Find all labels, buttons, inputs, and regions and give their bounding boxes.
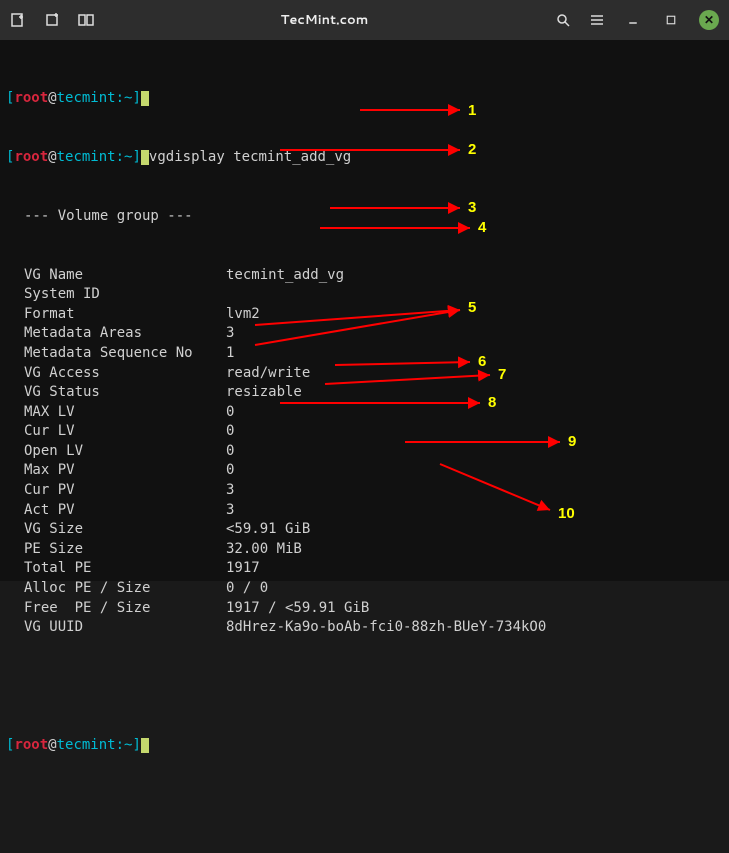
close-button[interactable]: ✕	[699, 10, 719, 30]
prompt-line-ready: [root@tecmint:~]	[6, 736, 723, 756]
field-label: Cur PV	[6, 481, 226, 501]
terminal[interactable]: [root@tecmint:~] [root@tecmint:~]vgdispl…	[0, 40, 729, 581]
field-value: 0 / 0	[226, 579, 268, 599]
field-label: Alloc PE / Size	[6, 579, 226, 599]
menu-icon[interactable]	[589, 12, 605, 28]
field-label: PE Size	[6, 540, 226, 560]
new-window-icon[interactable]	[44, 12, 60, 28]
field-value: 0	[226, 442, 234, 462]
field-value: tecmint_add_vg	[226, 266, 344, 286]
output-row: Alloc PE / Size0 / 0	[6, 579, 723, 599]
field-label: Max PV	[6, 461, 226, 481]
field-label: Metadata Areas	[6, 324, 226, 344]
field-label: VG Status	[6, 383, 226, 403]
field-value: 1917 / <59.91 GiB	[226, 599, 369, 619]
cursor-icon	[141, 738, 149, 753]
output-row: VG Size<59.91 GiB	[6, 520, 723, 540]
field-value: resizable	[226, 383, 302, 403]
field-value: 32.00 MiB	[226, 540, 302, 560]
output-row: PE Size32.00 MiB	[6, 540, 723, 560]
field-label: System ID	[6, 285, 226, 305]
new-tab-icon[interactable]	[10, 12, 26, 28]
output-row: Open LV0	[6, 442, 723, 462]
cursor-icon	[141, 150, 149, 165]
field-value: 1	[226, 344, 234, 364]
split-icon[interactable]	[78, 12, 94, 28]
field-label: VG UUID	[6, 618, 226, 638]
field-label: Open LV	[6, 442, 226, 462]
prompt-line-command: [root@tecmint:~]vgdisplay tecmint_add_vg	[6, 148, 723, 168]
field-value: 1917	[226, 559, 260, 579]
field-label: VG Access	[6, 364, 226, 384]
output-row: Act PV3	[6, 501, 723, 521]
field-label: VG Name	[6, 266, 226, 286]
field-value: 8dHrez-Ka9o-boAb-fci0-88zh-BUeY-734kO0	[226, 618, 546, 638]
field-label: Total PE	[6, 559, 226, 579]
field-label: MAX LV	[6, 403, 226, 423]
output-row: Cur PV3	[6, 481, 723, 501]
output-row: Metadata Sequence No1	[6, 344, 723, 364]
blank-line	[6, 677, 723, 697]
field-value: 0	[226, 403, 234, 423]
field-label: Format	[6, 305, 226, 325]
field-value: 3	[226, 501, 234, 521]
output-row: MAX LV0	[6, 403, 723, 423]
field-label: Act PV	[6, 501, 226, 521]
minimize-button[interactable]	[623, 10, 643, 30]
output-row: Formatlvm2	[6, 305, 723, 325]
field-label: Free PE / Size	[6, 599, 226, 619]
output-row: VG Nametecmint_add_vg	[6, 266, 723, 286]
output-row: Total PE1917	[6, 559, 723, 579]
output-row: Max PV0	[6, 461, 723, 481]
title-bar: TecMint.com ✕	[0, 0, 729, 40]
maximize-button[interactable]	[661, 10, 681, 30]
output-row: Free PE / Size1917 / <59.91 GiB	[6, 599, 723, 619]
output-row: VG Statusresizable	[6, 383, 723, 403]
field-value: 0	[226, 422, 234, 442]
vg-header: --- Volume group ---	[6, 207, 723, 227]
command-text: vgdisplay tecmint_add_vg	[149, 149, 351, 165]
field-value: 3	[226, 481, 234, 501]
field-label: Metadata Sequence No	[6, 344, 226, 364]
output-row: VG Accessread/write	[6, 364, 723, 384]
field-label: VG Size	[6, 520, 226, 540]
output-rows: VG Nametecmint_add_vgSystem IDFormatlvm2…	[6, 266, 723, 638]
field-label: Cur LV	[6, 422, 226, 442]
window-title: TecMint.com	[281, 11, 369, 29]
field-value: 3	[226, 324, 234, 344]
prompt-line-empty: [root@tecmint:~]	[6, 89, 723, 109]
output-row: VG UUID8dHrez-Ka9o-boAb-fci0-88zh-BUeY-7…	[6, 618, 723, 638]
field-value: <59.91 GiB	[226, 520, 310, 540]
search-icon[interactable]	[555, 12, 571, 28]
output-row: System ID	[6, 285, 723, 305]
output-row: Cur LV0	[6, 422, 723, 442]
field-value: 0	[226, 461, 234, 481]
cursor-icon	[141, 91, 149, 106]
field-value: read/write	[226, 364, 310, 384]
field-value: lvm2	[226, 305, 260, 325]
output-row: Metadata Areas3	[6, 324, 723, 344]
